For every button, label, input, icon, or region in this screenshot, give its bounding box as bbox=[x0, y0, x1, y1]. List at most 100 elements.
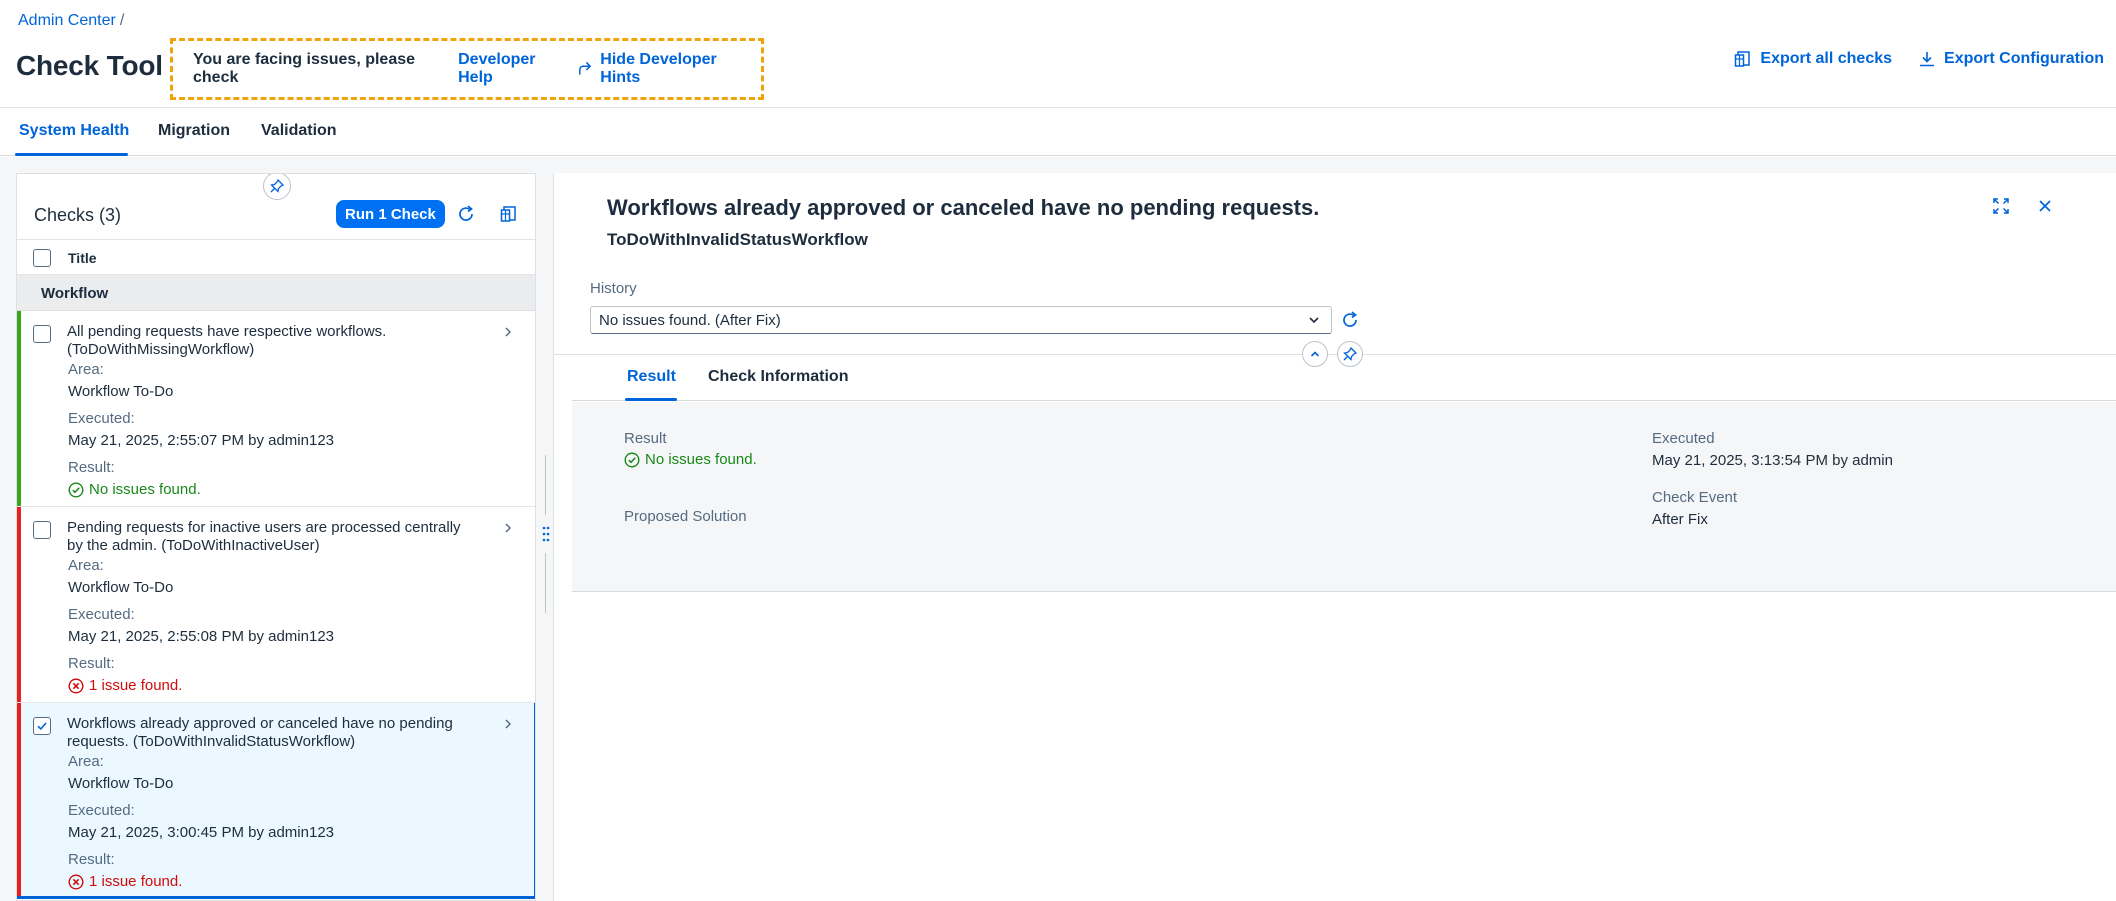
checks-toolbar: Checks (3) Run 1 Check bbox=[17, 194, 535, 238]
item-title: All pending requests have respective wor… bbox=[67, 323, 387, 358]
fullscreen-button[interactable] bbox=[1987, 192, 2015, 220]
developer-hint-box: You are facing issues, please check Deve… bbox=[170, 38, 764, 100]
group-header-workflow[interactable]: Workflow bbox=[17, 275, 535, 311]
item-checkbox-checked[interactable] bbox=[33, 717, 51, 735]
executed-value: May 21, 2025, 2:55:08 PM by admin123 bbox=[68, 628, 335, 645]
result-section: Result No issues found. Proposed Solutio… bbox=[572, 402, 2116, 592]
result-text: 1 issue found. bbox=[89, 873, 183, 890]
result-value: 1 issue found. bbox=[68, 677, 182, 694]
history-select-value: No issues found. (After Fix) bbox=[599, 311, 781, 329]
executed-value: May 21, 2025, 3:13:54 PM by admin bbox=[1652, 452, 1893, 469]
group-label: Workflow bbox=[41, 285, 109, 302]
proposed-solution-label: Proposed Solution bbox=[624, 508, 747, 525]
select-all-checkbox[interactable] bbox=[33, 249, 51, 267]
error-circle-icon bbox=[68, 677, 84, 694]
checks-column-header: Title bbox=[17, 239, 535, 275]
executed-label: Executed bbox=[1652, 430, 1715, 447]
tab-migration[interactable]: Migration bbox=[158, 122, 230, 140]
run-check-button[interactable]: Run 1 Check bbox=[336, 200, 445, 228]
column-title: Title bbox=[68, 250, 97, 266]
export-all-checks-button[interactable]: Export all checks bbox=[1734, 50, 1892, 68]
result-label: Result: bbox=[68, 459, 115, 476]
developer-help-link[interactable]: Developer Help bbox=[458, 51, 567, 87]
error-circle-icon bbox=[68, 873, 84, 890]
executed-label: Executed: bbox=[68, 410, 135, 427]
hint-text: You are facing issues, please check bbox=[193, 51, 416, 86]
chevron-down-icon bbox=[1309, 317, 1319, 324]
item-title: Workflows already approved or canceled h… bbox=[67, 715, 453, 750]
executed-label: Executed: bbox=[68, 606, 135, 623]
export-configuration-label: Export Configuration bbox=[1944, 50, 2104, 67]
success-circle-icon bbox=[624, 451, 640, 468]
checks-title: Checks (3) bbox=[34, 205, 122, 225]
checks-panel: Checks (3) Run 1 Check Title Workflow Al… bbox=[16, 173, 536, 901]
check-event-value: After Fix bbox=[1652, 511, 1708, 528]
executed-value: May 21, 2025, 2:55:07 PM by admin123 bbox=[68, 432, 335, 449]
area-label: Area: bbox=[68, 753, 104, 770]
export-checks-button[interactable] bbox=[495, 200, 523, 228]
breadcrumb-admin-center[interactable]: Admin Center bbox=[18, 12, 116, 29]
status-indicator-success bbox=[17, 311, 21, 506]
active-tab-indicator bbox=[15, 153, 128, 156]
result-label: Result: bbox=[68, 851, 115, 868]
hide-developer-hints-link[interactable]: Hide Developer Hints bbox=[577, 51, 751, 87]
history-refresh-button[interactable] bbox=[1336, 306, 1364, 334]
area-value: Workflow To-Do bbox=[68, 579, 174, 596]
success-circle-icon bbox=[68, 481, 84, 498]
fullscreen-icon bbox=[1993, 198, 2009, 214]
area-value: Workflow To-Do bbox=[68, 383, 174, 400]
item-title: Pending requests for inactive users are … bbox=[67, 519, 461, 554]
export-configuration-button[interactable]: Export Configuration bbox=[1918, 50, 2104, 68]
result-label: Result bbox=[624, 430, 667, 447]
result-value: No issues found. bbox=[68, 481, 201, 498]
history-select[interactable]: No issues found. (After Fix) bbox=[590, 306, 1332, 334]
panel-splitter[interactable] bbox=[540, 455, 552, 615]
main-tabbar: System Health Migration Validation bbox=[0, 108, 2116, 156]
pin-icon bbox=[270, 179, 284, 193]
page-header: Admin Center / Check Tool You are facing … bbox=[0, 0, 2116, 108]
checkmark-icon bbox=[37, 722, 47, 731]
executed-label: Executed: bbox=[68, 802, 135, 819]
list-item[interactable]: All pending requests have respective wor… bbox=[17, 311, 535, 507]
result-text: No issues found. bbox=[89, 481, 201, 498]
detail-subtitle: ToDoWithInvalidStatusWorkflow bbox=[607, 230, 868, 249]
export-table-icon bbox=[500, 206, 516, 222]
list-item[interactable]: Pending requests for inactive users are … bbox=[17, 507, 535, 703]
refresh-button[interactable] bbox=[452, 200, 480, 228]
item-checkbox[interactable] bbox=[33, 325, 51, 343]
tab-system-health[interactable]: System Health bbox=[19, 122, 129, 140]
detail-panel: Workflows already approved or canceled h… bbox=[553, 173, 2116, 901]
close-button[interactable] bbox=[2031, 192, 2059, 220]
refresh-icon bbox=[1343, 311, 1357, 327]
tab-result[interactable]: Result bbox=[627, 368, 676, 386]
export-all-checks-label: Export all checks bbox=[1760, 50, 1893, 67]
chevron-right-icon[interactable] bbox=[503, 325, 513, 339]
header-actions: Export all checks Export Configuration bbox=[1708, 50, 2104, 68]
page-title: Check Tool bbox=[16, 50, 163, 81]
chevron-right-icon[interactable] bbox=[503, 521, 513, 535]
export-table-icon bbox=[1735, 51, 1751, 67]
check-event-label: Check Event bbox=[1652, 489, 1738, 506]
hide-developer-hints-label: Hide Developer Hints bbox=[600, 51, 717, 86]
status-indicator-error bbox=[17, 507, 21, 702]
result-value: No issues found. bbox=[624, 451, 757, 468]
result-text: 1 issue found. bbox=[89, 677, 183, 694]
refresh-icon bbox=[459, 205, 473, 221]
area-value: Workflow To-Do bbox=[68, 775, 174, 792]
active-subtab-indicator bbox=[625, 398, 677, 401]
tab-validation[interactable]: Validation bbox=[261, 122, 337, 140]
tab-check-information[interactable]: Check Information bbox=[708, 368, 848, 386]
grip-icon bbox=[542, 526, 550, 542]
result-label: Result: bbox=[68, 655, 115, 672]
close-icon bbox=[2039, 200, 2051, 212]
chevron-right-icon[interactable] bbox=[503, 717, 513, 731]
history-label: History bbox=[590, 280, 637, 297]
status-indicator-error bbox=[17, 703, 21, 896]
item-checkbox[interactable] bbox=[33, 521, 51, 539]
list-item[interactable]: Workflows already approved or canceled h… bbox=[17, 703, 535, 899]
breadcrumb: Admin Center / bbox=[18, 12, 124, 30]
detail-tabbar: Result Check Information bbox=[572, 355, 2116, 401]
result-text: No issues found. bbox=[645, 451, 757, 468]
download-icon bbox=[1920, 52, 1935, 67]
redo-arrow-icon bbox=[579, 61, 592, 75]
